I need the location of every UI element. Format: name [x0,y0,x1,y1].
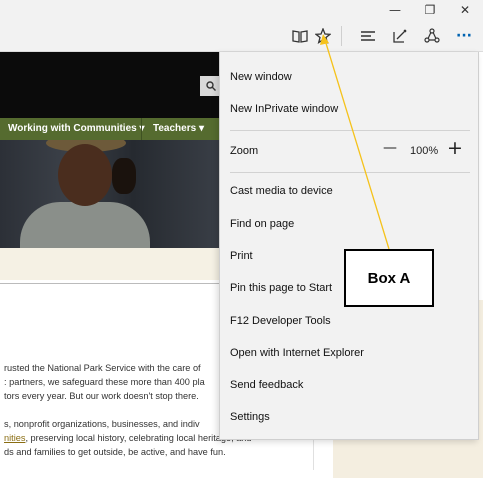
title-bar: — ❐ ✕ [0,0,483,20]
body-text-line: ds and families to get outside, be activ… [4,447,226,457]
menu-print[interactable]: Print [230,250,253,262]
zoom-in-button[interactable]: + [447,137,463,159]
search-icon [206,81,216,91]
pen-icon [393,29,407,43]
menu-separator [230,130,470,131]
web-note-button[interactable] [387,24,413,48]
more-button[interactable]: ··· [451,24,477,48]
body-text-fragment: , preserving local history, celebrating … [25,433,252,443]
share-button[interactable] [419,24,445,48]
menu-settings[interactable]: Settings [230,411,270,423]
menu-send-feedback[interactable]: Send feedback [230,379,303,391]
share-icon [424,28,440,43]
ranger-photo [0,140,222,248]
content-band [0,248,222,280]
site-nav: Working with Communities ▾ Teachers ▾ [0,118,222,140]
body-text-line: : partners, we safeguard these more than… [4,377,205,387]
body-text-line: nities, preserving local history, celebr… [4,432,252,445]
site-header [0,52,222,118]
toolbar-separator [341,26,342,46]
more-menu: New window New InPrivate window Zoom — 1… [219,52,479,440]
nav-working-with-communities[interactable]: Working with Communities ▾ [8,118,145,140]
nav-teachers[interactable]: Teachers ▾ [153,118,204,140]
favorites-button[interactable] [310,24,336,48]
body-text-line: s, nonprofit organizations, businesses, … [4,419,200,429]
nav-divider [141,118,142,140]
menu-cast-media[interactable]: Cast media to device [230,185,333,197]
menu-new-window[interactable]: New window [230,71,292,83]
zoom-out-button[interactable]: — [383,140,397,156]
menu-find-on-page[interactable]: Find on page [230,218,294,230]
annotation-box-a: Box A [344,249,434,307]
menu-open-with-ie[interactable]: Open with Internet Explorer [230,347,364,359]
body-text-line: tors every year. But our work doesn't st… [4,391,199,401]
menu-f12-developer-tools[interactable]: F12 Developer Tools [230,315,331,327]
body-text-line: rusted the National Park Service with th… [4,363,201,373]
book-icon [292,30,308,43]
close-button[interactable]: ✕ [448,0,482,20]
menu-new-inprivate-window[interactable]: New InPrivate window [230,103,338,115]
star-icon [315,28,331,44]
zoom-level: 100% [410,145,439,157]
menu-separator [230,172,470,173]
communities-link[interactable]: nities [4,433,25,443]
browser-toolbar: ··· [0,20,483,52]
maximize-button[interactable]: ❐ [413,0,447,20]
menu-zoom-label: Zoom [230,145,259,157]
minimize-button[interactable]: — [378,0,412,20]
hub-icon [361,31,375,41]
hub-button[interactable] [355,24,381,48]
content-divider [0,283,222,284]
menu-pin-to-start[interactable]: Pin this page to Start [230,282,332,294]
